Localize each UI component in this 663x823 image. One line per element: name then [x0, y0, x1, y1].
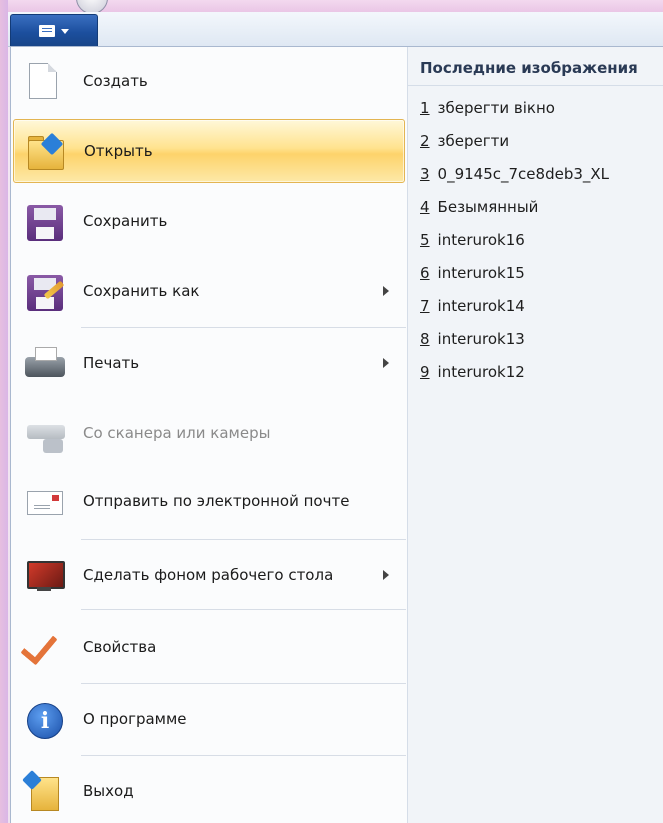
- menu-item-send-email[interactable]: Отправить по электронной почте: [13, 469, 405, 533]
- menu-item-label: Сохранить: [83, 212, 168, 230]
- menu-item-about[interactable]: i О программе: [13, 687, 405, 751]
- scanner-camera-icon: [23, 413, 65, 455]
- menu-item-save[interactable]: Сохранить: [13, 189, 405, 253]
- email-icon: [23, 481, 65, 523]
- submenu-arrow-icon: [383, 570, 389, 580]
- menu-separator: [81, 683, 406, 684]
- menu-item-set-desktop-background[interactable]: Сделать фоном рабочего стола: [13, 543, 405, 607]
- recent-item[interactable]: 8 interurok13: [420, 330, 525, 348]
- application-menu-button[interactable]: [10, 14, 98, 47]
- desktop-background-icon: [23, 555, 65, 597]
- recent-item[interactable]: 5 interurok16: [420, 231, 525, 249]
- menu-item-label: О программе: [83, 710, 187, 728]
- menu-separator: [81, 327, 406, 328]
- recent-item[interactable]: 4 Безымянный: [420, 198, 538, 216]
- open-folder-icon: [24, 132, 66, 174]
- menu-separator: [81, 539, 406, 540]
- menu-item-from-scanner: Со сканера или камеры: [13, 401, 405, 465]
- menu-item-new[interactable]: Создать: [13, 49, 405, 113]
- info-icon: i: [23, 699, 65, 741]
- menu-item-label: Открыть: [84, 142, 153, 160]
- recent-item[interactable]: 6 interurok15: [420, 264, 525, 282]
- menu-item-label: Выход: [83, 782, 134, 800]
- recent-item[interactable]: 1 зберегти вікно: [420, 99, 555, 117]
- app-menu-icon: [39, 25, 55, 37]
- menu-item-exit[interactable]: Выход: [13, 759, 405, 823]
- recent-images-pane: Последние изображения 1 зберегти вікно 2з…: [407, 47, 663, 823]
- chevron-down-icon: [61, 28, 69, 34]
- recent-images-title: Последние изображения: [420, 59, 638, 77]
- menu-item-print[interactable]: Печать: [13, 331, 405, 395]
- menu-item-label: Со сканера или камеры: [83, 424, 271, 442]
- recent-item[interactable]: 3 0_9145c_7ce8deb3_XL: [420, 165, 609, 183]
- recent-title-divider: [408, 85, 663, 86]
- recent-item[interactable]: 9 interurok12: [420, 363, 525, 381]
- application-menu: Создать Открыть Сохранить Сохранить как …: [10, 46, 663, 823]
- menu-item-label: Сохранить как: [83, 282, 200, 300]
- menu-item-open[interactable]: Открыть: [13, 119, 405, 183]
- save-floppy-icon: [23, 201, 65, 243]
- menu-separator: [81, 609, 406, 610]
- submenu-arrow-icon: [383, 286, 389, 296]
- submenu-arrow-icon: [383, 358, 389, 368]
- recent-item[interactable]: 2 зберегти: [420, 132, 509, 150]
- menu-item-label: Сделать фоном рабочего стола: [83, 566, 334, 584]
- menu-item-label: Свойства: [83, 638, 157, 656]
- menu-item-properties[interactable]: Свойства: [13, 615, 405, 679]
- window-frame-left: [0, 0, 8, 823]
- menu-commands-pane: Создать Открыть Сохранить Сохранить как …: [11, 47, 407, 823]
- ribbon-tab-bar: [8, 12, 663, 47]
- new-document-icon: [23, 61, 65, 103]
- menu-item-label: Создать: [83, 72, 148, 90]
- menu-item-label: Печать: [83, 354, 140, 372]
- properties-check-icon: [20, 626, 65, 669]
- recent-item[interactable]: 7 interurok14: [420, 297, 525, 315]
- menu-item-label: Отправить по электронной почте: [83, 492, 350, 510]
- exit-icon: [22, 770, 65, 813]
- menu-separator: [81, 755, 406, 756]
- printer-icon: [23, 343, 65, 385]
- save-as-icon: [23, 271, 65, 313]
- menu-item-save-as[interactable]: Сохранить как: [13, 259, 405, 323]
